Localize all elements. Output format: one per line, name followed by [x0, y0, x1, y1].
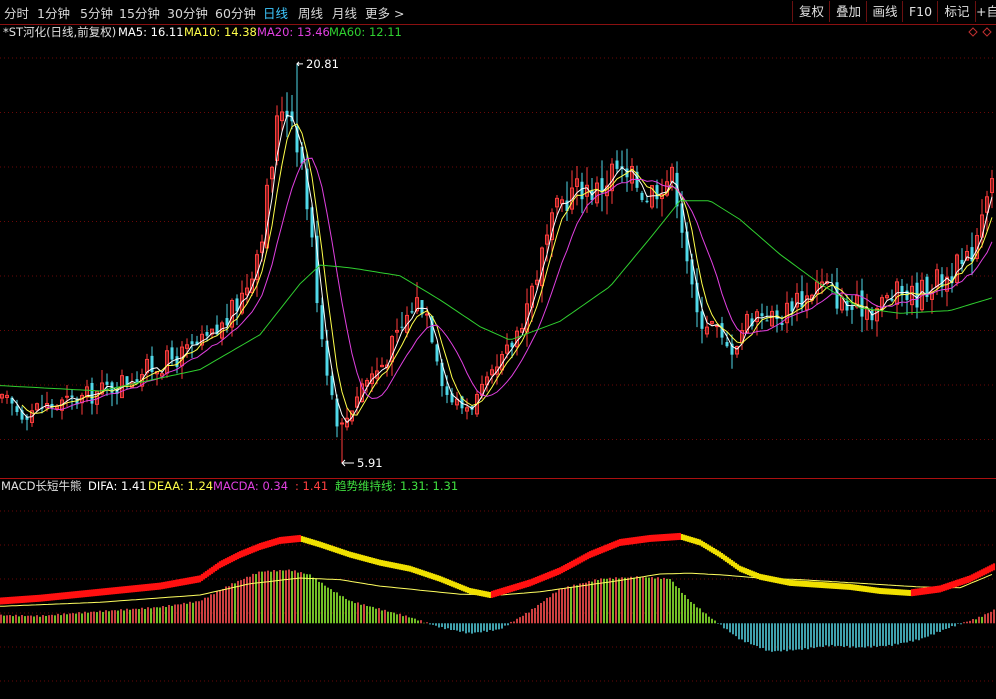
candle-body: [645, 200, 649, 203]
candle-body: [320, 305, 324, 340]
dif-band: [0, 532, 996, 605]
low-label: 5.91: [357, 456, 383, 470]
macd-histogram: [0, 569, 995, 652]
candle-body: [425, 313, 429, 316]
macd-extra-label: : 1.41: [295, 479, 328, 493]
period-tab-9[interactable]: 更多 >: [365, 3, 404, 22]
ma5-line: [11, 114, 993, 424]
high-arrow: [296, 61, 303, 67]
period-tab-5[interactable]: 60分钟: [215, 3, 256, 22]
ma20-label: MA20: 13.46: [257, 25, 330, 39]
candle-body: [420, 300, 424, 315]
low-arrow: [341, 459, 354, 467]
candle-body: [580, 181, 584, 200]
candle-body: [435, 344, 439, 362]
kline-chart: 20.81 5.91 *ST河化(日线,前复权) MA5: 16.11 MA10: 14…: [0, 25, 996, 682]
toolbar-button-2[interactable]: 画线: [866, 1, 903, 22]
candle-body: [960, 259, 964, 264]
candle-body: [105, 381, 109, 385]
candle-body: [170, 347, 174, 360]
candle-body: [135, 379, 139, 383]
candle-body: [445, 386, 449, 395]
candle-body: [65, 395, 69, 398]
period-tab-7[interactable]: 周线: [298, 3, 323, 22]
candle-body: [835, 282, 839, 309]
period-tab-8[interactable]: 月线: [332, 3, 357, 22]
deaa-label: DEAA: 1.24: [148, 479, 213, 493]
period-tab-4[interactable]: 30分钟: [167, 3, 208, 22]
candles: [0, 63, 994, 464]
candle-body: [860, 290, 864, 317]
toolbar-button-4[interactable]: 标记: [937, 1, 976, 22]
ma10-label: MA10: 14.38: [184, 25, 257, 39]
toolbar-button-1[interactable]: 叠加: [829, 1, 867, 22]
candle-body: [850, 306, 854, 310]
candle-body: [190, 341, 194, 345]
candle-body: [800, 291, 804, 308]
difa-label: DIFA: 1.41: [88, 479, 147, 493]
diamond-icon: [968, 27, 978, 37]
candle-body: [915, 282, 919, 308]
main-grid: [0, 57, 996, 440]
candle-body: [205, 331, 209, 336]
high-label: 20.81: [306, 57, 339, 71]
candle-body: [655, 185, 659, 200]
candle-body: [175, 356, 179, 367]
candle-body: [725, 342, 729, 347]
stock-name-label: *ST河化(日线,前复权): [3, 25, 116, 39]
trend2-label: : 1.31: [425, 479, 458, 493]
macda-label: MACDA: 0.34: [213, 479, 288, 493]
toolbar-button-3[interactable]: F10: [902, 1, 938, 22]
period-tab-2[interactable]: 5分钟: [80, 3, 113, 22]
candle-body: [760, 313, 764, 317]
candle-body: [15, 406, 19, 413]
candle-body: [70, 395, 74, 398]
candle-body: [640, 192, 644, 200]
candle-body: [765, 320, 769, 322]
trend-label: 趋势维持线: 1.31: [335, 479, 426, 493]
toolbar-button-5[interactable]: +自选: [975, 1, 996, 22]
macd-name-label: MACD长短牛熊: [1, 479, 81, 493]
period-tab-1[interactable]: 1分钟: [37, 3, 70, 22]
period-tab-0[interactable]: 分时: [4, 3, 29, 22]
period-tab-6[interactable]: 日线: [263, 3, 288, 22]
ma5-label: MA5: 16.11: [118, 25, 184, 39]
candle-body: [340, 422, 344, 425]
period-toolbar: 分时 1分钟 5分钟 15分钟 30分钟 60分钟 日线 周线 月线 更多 > 复权 叠加 画线 F10 标…: [0, 0, 996, 25]
candle-body: [700, 311, 704, 329]
ma60-label: MA60: 12.11: [329, 25, 402, 39]
diamond-icon: [982, 27, 992, 37]
candle-body: [615, 160, 619, 169]
period-tab-3[interactable]: 15分钟: [119, 3, 160, 22]
candle-body: [400, 326, 404, 328]
toolbar-button-0[interactable]: 复权: [792, 1, 830, 22]
candle-body: [410, 311, 414, 313]
